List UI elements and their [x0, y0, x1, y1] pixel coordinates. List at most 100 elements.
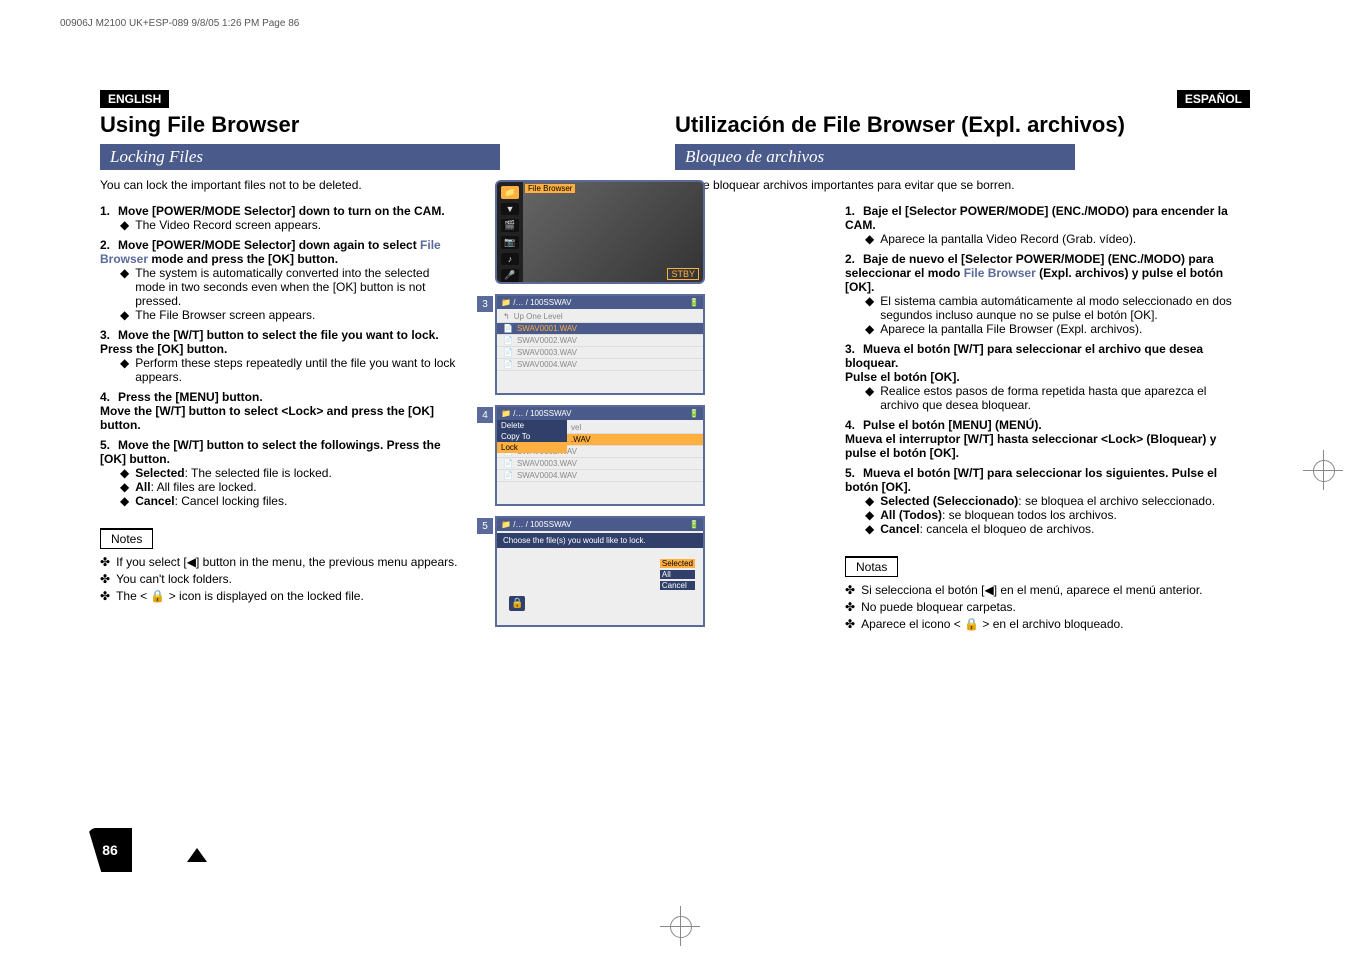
- menu-item-selected: Lock: [497, 442, 567, 453]
- step-num: 4.: [845, 418, 863, 432]
- diamond-icon: ◆: [865, 322, 874, 336]
- diamond-icon: ◆: [120, 308, 129, 322]
- bullet-label: Cancel: [880, 522, 919, 536]
- bullet-label: All: [135, 480, 150, 494]
- file-name: SWAV0003.WAV: [517, 348, 577, 357]
- left-title: Using File Browser: [100, 112, 675, 138]
- step-2: 2.Move [POWER/MODE Selector] down again …: [100, 238, 460, 322]
- step-2: 2.Baje de nuevo el [Selector POWER/MODE]…: [845, 252, 1245, 336]
- step-post: mode and press the [OK] button.: [148, 252, 338, 266]
- bullet-text: Aparece la pantalla Video Record (Grab. …: [880, 232, 1136, 246]
- step-text: Pulse el botón [MENU] (MENÚ). Mueva el i…: [845, 418, 1216, 460]
- screen-5: 5 📁 /… / 100SSWAV🔋 Choose the file(s) yo…: [495, 516, 705, 627]
- doc-icon: [503, 471, 513, 480]
- screen-3: 3 📁 /… / 100SSWAV🔋 ↰ Up One Level SWAV00…: [495, 294, 705, 395]
- step-1: 1.Baje el [Selector POWER/MODE] (ENC./MO…: [845, 204, 1245, 246]
- partial-text: .WAV: [571, 435, 591, 444]
- step-num: 5.: [100, 438, 118, 452]
- step-4: 4.Press the [MENU] button. Move the [W/T…: [100, 390, 460, 432]
- diamond-icon: ◆: [120, 218, 129, 232]
- notes-heading: Notas: [845, 556, 898, 577]
- down-arrow-icon: ▼: [501, 203, 519, 216]
- left-section-bar: Locking Files: [100, 144, 500, 170]
- step-4: 4.Pulse el botón [MENU] (MENÚ). Mueva el…: [845, 418, 1245, 460]
- file-row: SWAV0004.WAV: [497, 359, 703, 371]
- screen-number-badge: 3: [477, 296, 493, 312]
- bullet-text: Realice estos pasos de forma repetida ha…: [880, 384, 1245, 412]
- bullet-text: : Cancel locking files.: [175, 494, 288, 508]
- step-text: Mueva el botón [W/T] para seleccionar el…: [845, 342, 1203, 384]
- step-text: Move [POWER/MODE Selector] down to turn …: [118, 204, 445, 218]
- option-selected: Selected: [660, 559, 695, 568]
- triangle-icon: [187, 848, 207, 862]
- step-text: Move the [W/T] button to select the foll…: [100, 438, 441, 466]
- registration-mark-icon: [660, 906, 700, 946]
- plus-icon: ✤: [845, 600, 855, 614]
- note-text: If you select [◀] button in the menu, th…: [116, 555, 457, 569]
- screen-path: /… / 100SSWAV: [513, 298, 571, 307]
- note-text: You can't lock folders.: [116, 572, 232, 586]
- battery-icon: 🔋: [689, 520, 699, 529]
- battery-icon: 🔋: [689, 298, 699, 307]
- screen-path: /… / 100SSWAV: [513, 409, 571, 418]
- file-name: SWAV0001.WAV: [517, 324, 577, 333]
- music-icon: ♪: [501, 253, 519, 266]
- note-text: Si selecciona el botón [◀] en el menú, a…: [861, 583, 1202, 597]
- bullet-text: : All files are locked.: [151, 480, 257, 494]
- bullet-text: : se bloquea el archivo seleccionado.: [1018, 494, 1215, 508]
- diamond-icon: ◆: [865, 384, 874, 412]
- step-text: Mueva el botón [W/T] para seleccionar lo…: [845, 466, 1217, 494]
- screen-2: 2 📁 ▼ 🎬 📷 ♪ 🎤 File Browser STBY: [495, 180, 705, 284]
- bullet-text: Perform these steps repeatedly until the…: [135, 356, 460, 384]
- file-row: SWAV0003.WAV: [497, 347, 703, 359]
- step-gray: File Browser: [964, 266, 1036, 280]
- video-icon: 🎬: [501, 219, 519, 232]
- diamond-icon: ◆: [120, 356, 129, 384]
- step-text: Move the [W/T] button to select the file…: [100, 328, 439, 356]
- screen-number-badge: 4: [477, 407, 493, 423]
- page-number-badge: 86: [88, 828, 132, 872]
- right-column: ESPAÑOL Utilización de File Browser (Exp…: [675, 90, 1250, 860]
- screen-title: File Browser: [525, 184, 575, 193]
- step-5: 5.Mueva el botón [W/T] para seleccionar …: [845, 466, 1245, 536]
- camera-icon: 📷: [501, 236, 519, 249]
- menu-item: Delete: [497, 420, 567, 431]
- step-num: 1.: [100, 204, 118, 218]
- file-row: SWAV0003.WAV: [497, 458, 703, 470]
- file-name: SWAV0004.WAV: [517, 360, 577, 369]
- bullet-text: El sistema cambia automáticamente al mod…: [880, 294, 1245, 322]
- file-row: ↰ Up One Level: [497, 311, 703, 323]
- partial-text: vel: [571, 423, 581, 432]
- diamond-icon: ◆: [865, 508, 874, 522]
- file-row: SWAV0004.WAV: [497, 470, 703, 482]
- note-text: The < 🔒 > icon is displayed on the locke…: [116, 589, 364, 603]
- step-num: 4.: [100, 390, 118, 404]
- option: Cancel: [660, 581, 695, 590]
- bullet-text: : cancela el bloqueo de archivos.: [920, 522, 1095, 536]
- right-section-bar: Bloqueo de archivos: [675, 144, 1075, 170]
- step-pre: Move [POWER/MODE Selector] down again to…: [118, 238, 420, 252]
- step-num: 2.: [845, 252, 863, 266]
- step-num: 1.: [845, 204, 863, 218]
- bullet-text: The Video Record screen appears.: [135, 218, 321, 232]
- battery-icon: 🔋: [689, 409, 699, 418]
- doc-icon: [503, 459, 513, 468]
- file-name: SWAV0002.WAV: [517, 336, 577, 345]
- file-row: SWAV0001.WAV: [497, 323, 703, 335]
- plus-icon: ✤: [100, 589, 110, 603]
- header-strip: 00906J M2100 UK+ESP-089 9/8/05 1:26 PM P…: [60, 18, 299, 29]
- file-browser-icon: 📁: [501, 186, 519, 199]
- step-text: Baje el [Selector POWER/MODE] (ENC./MODO…: [845, 204, 1228, 232]
- notes-list: ✤ Si selecciona el botón [◀] en el menú, …: [845, 583, 1245, 631]
- bullet-label: Cancel: [135, 494, 174, 508]
- mic-icon: 🎤: [501, 269, 519, 282]
- step-3: 3.Mueva el botón [W/T] para seleccionar …: [845, 342, 1245, 412]
- doc-icon: [503, 324, 513, 333]
- bullet-label: All (Todos): [880, 508, 942, 522]
- lang-tag-spanish: ESPAÑOL: [1177, 90, 1250, 108]
- step-num: 5.: [845, 466, 863, 480]
- file-name: SWAV0004.WAV: [517, 471, 577, 480]
- lang-tag-english: ENGLISH: [100, 90, 169, 108]
- bullet-label: Selected: [135, 466, 184, 480]
- diamond-icon: ◆: [120, 494, 129, 508]
